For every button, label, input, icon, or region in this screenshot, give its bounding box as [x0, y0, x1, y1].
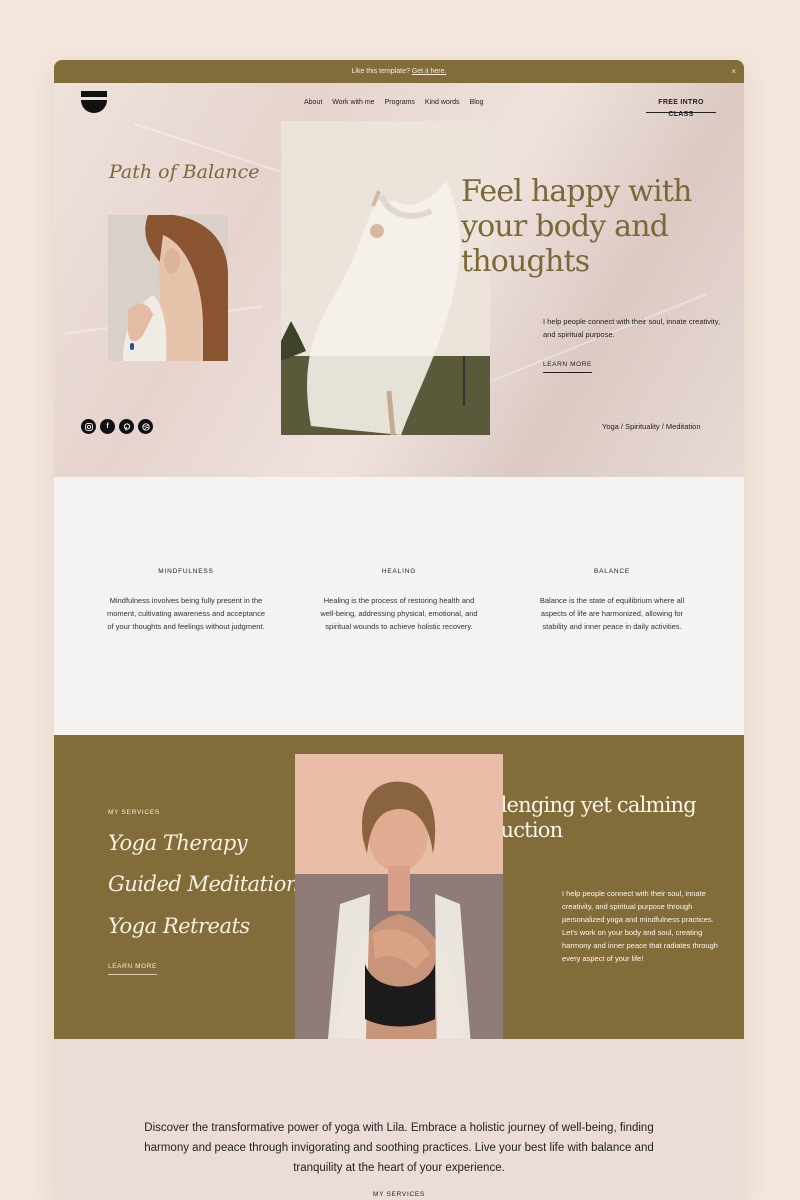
- pillar-text: Balance is the state of equilibrium wher…: [539, 596, 685, 631]
- hero-body: I help people connect with their soul, i…: [543, 317, 721, 339]
- services-body: I help people connect with their soul, i…: [562, 889, 718, 963]
- social-links: f: [81, 419, 153, 434]
- main-nav: About Work with me Programs Kind words B…: [304, 99, 484, 106]
- hero-section: About Work with me Programs Kind words B…: [54, 83, 744, 477]
- nav-kind-words[interactable]: Kind words: [425, 99, 460, 106]
- nav-programs[interactable]: Programs: [385, 99, 415, 106]
- service-yoga-therapy[interactable]: Yoga Therapy: [108, 831, 248, 855]
- services-learn-more-link[interactable]: LEARN MORE: [108, 963, 157, 975]
- nav-work-with-me[interactable]: Work with me: [332, 99, 374, 106]
- pillar-mindfulness: MINDFULNESS Mindfulness involves being f…: [105, 568, 267, 633]
- brand-title: Path of Balance: [109, 161, 260, 183]
- hero-learn-more-link[interactable]: LEARN MORE: [543, 361, 592, 373]
- announcement-banner: Like this template? Get it here. ×: [54, 60, 744, 83]
- pillars-section: MINDFULNESS Mindfulness involves being f…: [54, 477, 744, 735]
- services-label-bottom: MY SERVICES: [373, 1191, 425, 1198]
- banner-link[interactable]: Get it here.: [412, 68, 447, 75]
- pillar-title: HEALING: [381, 568, 417, 575]
- intro-section: Discover the transformative power of yog…: [54, 1039, 744, 1200]
- hero-headline: Feel happy with your body and thoughts: [461, 174, 692, 279]
- service-guided-meditation[interactable]: Guided Meditation: [108, 872, 299, 896]
- close-icon[interactable]: ×: [731, 60, 736, 83]
- portrait-photo: [108, 215, 228, 361]
- nav-blog[interactable]: Blog: [470, 99, 484, 106]
- nav-about[interactable]: About: [304, 99, 322, 106]
- logo-icon[interactable]: [81, 91, 107, 115]
- service-yoga-retreats[interactable]: Yoga Retreats: [108, 914, 250, 938]
- dribbble-icon[interactable]: [138, 419, 153, 434]
- pillar-title: MINDFULNESS: [158, 568, 214, 575]
- facebook-icon[interactable]: f: [100, 419, 115, 434]
- services-label: MY SERVICES: [108, 809, 160, 816]
- banner-text: Like this template?: [351, 68, 410, 75]
- hero-tagline: Yoga / Spirituality / Meditation: [602, 422, 701, 431]
- browser-page: Like this template? Get it here. × About…: [54, 60, 744, 1200]
- intro-text: Discover the transformative power of yog…: [144, 1122, 654, 1174]
- meditating-woman-photo: [295, 754, 503, 1072]
- pillar-healing: HEALING Healing is the process of restor…: [318, 568, 480, 633]
- instagram-icon[interactable]: [81, 419, 96, 434]
- dancer-photo: [281, 121, 490, 435]
- pinterest-icon[interactable]: [119, 419, 134, 434]
- pillar-title: BALANCE: [594, 568, 630, 575]
- pillar-balance: BALANCE Balance is the state of equilibr…: [531, 568, 693, 633]
- free-intro-class-button[interactable]: FREE INTRO CLASS: [646, 97, 716, 118]
- pillar-text: Mindfulness involves being fully present…: [106, 596, 265, 631]
- pillar-text: Healing is the process of restoring heal…: [320, 596, 478, 631]
